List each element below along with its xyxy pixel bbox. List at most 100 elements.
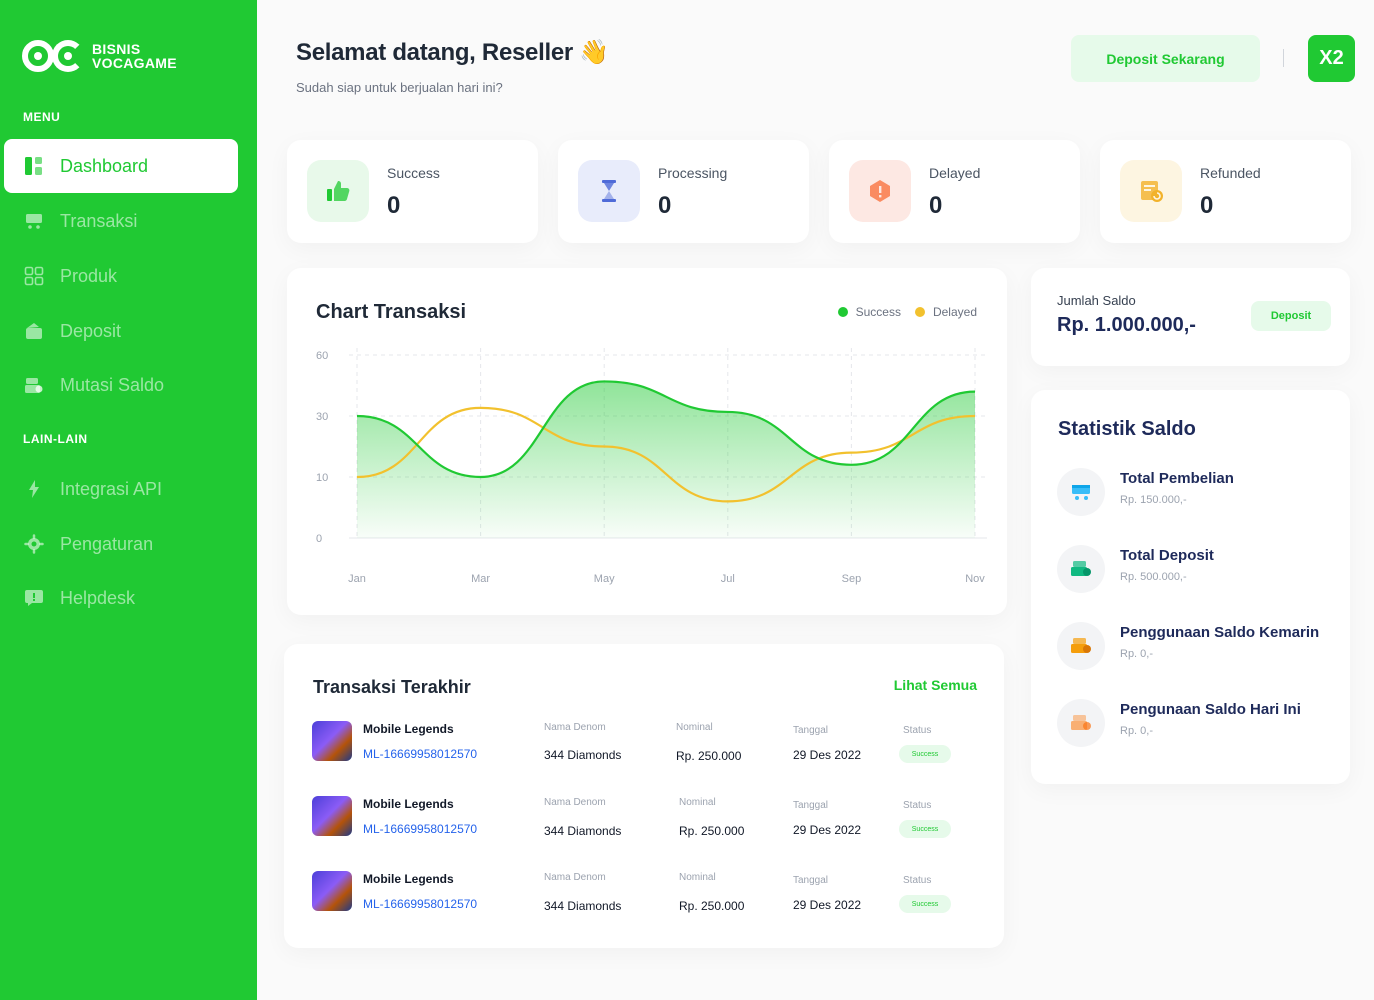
status-badge: Success xyxy=(899,895,951,913)
stat-item-saldo-kemarin: Penggunaan Saldo Kemarin Rp. 0,- xyxy=(1057,622,1337,672)
thumbs-up-icon xyxy=(307,160,369,222)
sidebar-item-label: Deposit xyxy=(60,320,122,341)
transaction-id[interactable]: ML-16669958012570 xyxy=(363,822,477,836)
stat-label: Processing xyxy=(658,165,728,181)
stat-label: Success xyxy=(387,165,440,181)
avatar[interactable]: X2 xyxy=(1308,35,1355,82)
money-icon xyxy=(1057,622,1105,670)
denom-header: Nama Denom xyxy=(544,872,606,883)
stat-item-label: Total Pembelian xyxy=(1120,470,1234,487)
sidebar-item-pengaturan[interactable]: Pengaturan xyxy=(4,517,238,571)
stat-value: 0 xyxy=(387,192,401,219)
stat-value: 0 xyxy=(658,192,672,219)
stat-item-label: Penggunaan Saldo Kemarin xyxy=(1120,624,1320,641)
sidebar-item-label: Mutasi Saldo xyxy=(60,374,165,395)
stat-card-refunded: Refunded 0 xyxy=(1100,140,1351,243)
x-tick-label: Nov xyxy=(965,573,985,585)
series-area-success xyxy=(357,381,975,538)
status-header: Status xyxy=(903,800,932,811)
date-value: 29 Des 2022 xyxy=(793,748,862,762)
sidebar-item-integrasi-api[interactable]: Integrasi API xyxy=(4,462,238,516)
date-value: 29 Des 2022 xyxy=(793,823,862,837)
denom-header: Nama Denom xyxy=(544,797,606,808)
bolt-icon xyxy=(24,479,44,499)
warning-icon xyxy=(849,160,911,222)
stat-item-label: Total Deposit xyxy=(1120,547,1214,564)
see-all-link[interactable]: Lihat Semua xyxy=(894,677,977,693)
sidebar-item-label: Integrasi API xyxy=(60,478,163,499)
nominal-value: Rp. 250.000 xyxy=(679,824,745,838)
game-thumbnail xyxy=(312,721,352,761)
game-name: Mobile Legends xyxy=(363,722,454,736)
sidebar-item-dashboard[interactable]: Dashboard xyxy=(4,139,238,193)
date-header: Tanggal xyxy=(793,725,829,736)
balance-statistics-card: Statistik Saldo Total Pembelian Rp. 150.… xyxy=(1031,390,1350,784)
brand-logo[interactable]: BISNIS VOCAGAME xyxy=(22,38,177,74)
status-header: Status xyxy=(903,725,932,736)
date-header: Tanggal xyxy=(793,875,829,886)
hourglass-icon xyxy=(578,160,640,222)
page-subtitle: Sudah siap untuk berjualan hari ini? xyxy=(296,80,503,95)
cart-icon xyxy=(1057,468,1105,516)
wallet-icon xyxy=(24,321,44,341)
y-tick-label: 10 xyxy=(316,472,328,484)
grid-icon xyxy=(24,266,44,286)
x-tick-label: May xyxy=(594,573,615,585)
sidebar-item-helpdesk[interactable]: Helpdesk xyxy=(4,571,238,625)
refund-icon xyxy=(1120,160,1182,222)
deposit-now-button[interactable]: Deposit Sekarang xyxy=(1071,35,1260,82)
other-section-label: LAIN-LAIN xyxy=(23,432,88,446)
dashboard-icon xyxy=(24,156,44,176)
deposit-button[interactable]: Deposit xyxy=(1251,301,1331,331)
stat-value: 0 xyxy=(1200,192,1214,219)
chart-card: Chart Transaksi Success Delayed 60 30 10 0 J… xyxy=(287,268,1007,615)
game-name: Mobile Legends xyxy=(363,872,454,886)
transaction-chart: 60 30 10 0 Jan Mar May Jul Sep Nov xyxy=(316,348,987,585)
y-tick-label: 0 xyxy=(316,533,322,545)
sidebar-item-transaksi[interactable]: Transaksi xyxy=(4,194,238,248)
x-tick-label: Sep xyxy=(842,573,862,585)
game-name: Mobile Legends xyxy=(363,797,454,811)
stat-item-saldo-hari-ini: Pengunaan Saldo Hari Ini Rp. 0,- xyxy=(1057,699,1337,749)
sidebar-item-label: Transaksi xyxy=(60,210,138,231)
menu-section-label: MENU xyxy=(23,110,61,124)
status-header: Status xyxy=(903,875,932,886)
stat-value: 0 xyxy=(929,192,943,219)
nominal-header: Nominal xyxy=(679,872,716,883)
sidebar-item-mutasi-saldo[interactable]: Mutasi Saldo xyxy=(4,358,238,412)
stat-item-value: Rp. 0,- xyxy=(1120,648,1154,660)
denom-value: 344 Diamonds xyxy=(544,899,622,913)
transaction-id[interactable]: ML-16669958012570 xyxy=(363,747,477,761)
gear-icon xyxy=(24,534,44,554)
date-header: Tanggal xyxy=(793,800,829,811)
sidebar-item-deposit[interactable]: Deposit xyxy=(4,304,238,358)
cart-icon xyxy=(24,211,44,231)
recent-transactions-card: Transaksi Terakhir Lihat Semua Mobile Le… xyxy=(284,644,1004,948)
stat-item-value: Rp. 150.000,- xyxy=(1120,494,1187,506)
balance-card: Jumlah Saldo Rp. 1.000.000,- Deposit xyxy=(1031,268,1350,366)
denom-value: 344 Diamonds xyxy=(544,748,622,762)
y-tick-label: 60 xyxy=(316,350,328,362)
table-row[interactable]: Mobile Legends ML-16669958012570 Nama De… xyxy=(284,796,1004,856)
table-row[interactable]: Mobile Legends ML-16669958012570 Nama De… xyxy=(284,721,1004,781)
stat-label: Refunded xyxy=(1200,165,1261,181)
stat-item-value: Rp. 500.000,- xyxy=(1120,571,1187,583)
sidebar: BISNIS VOCAGAME MENU Dashboard Transaksi… xyxy=(0,0,257,1000)
stat-card-success: Success 0 xyxy=(287,140,538,243)
denom-header: Nama Denom xyxy=(544,722,606,733)
status-badge: Success xyxy=(899,820,951,838)
game-thumbnail xyxy=(312,871,352,911)
denom-value: 344 Diamonds xyxy=(544,824,622,838)
money-icon xyxy=(1057,545,1105,593)
x-tick-label: Jul xyxy=(721,573,735,585)
wave-emoji: 👋 xyxy=(579,39,609,66)
nominal-header: Nominal xyxy=(679,797,716,808)
money-icon xyxy=(24,375,44,395)
date-value: 29 Des 2022 xyxy=(793,898,862,912)
status-badge: Success xyxy=(899,745,951,763)
balance-statistics-title: Statistik Saldo xyxy=(1058,418,1196,440)
transaction-id[interactable]: ML-16669958012570 xyxy=(363,897,477,911)
nominal-value: Rp. 250.000 xyxy=(676,749,742,763)
table-row[interactable]: Mobile Legends ML-16669958012570 Nama De… xyxy=(284,871,1004,931)
sidebar-item-produk[interactable]: Produk xyxy=(4,249,238,303)
